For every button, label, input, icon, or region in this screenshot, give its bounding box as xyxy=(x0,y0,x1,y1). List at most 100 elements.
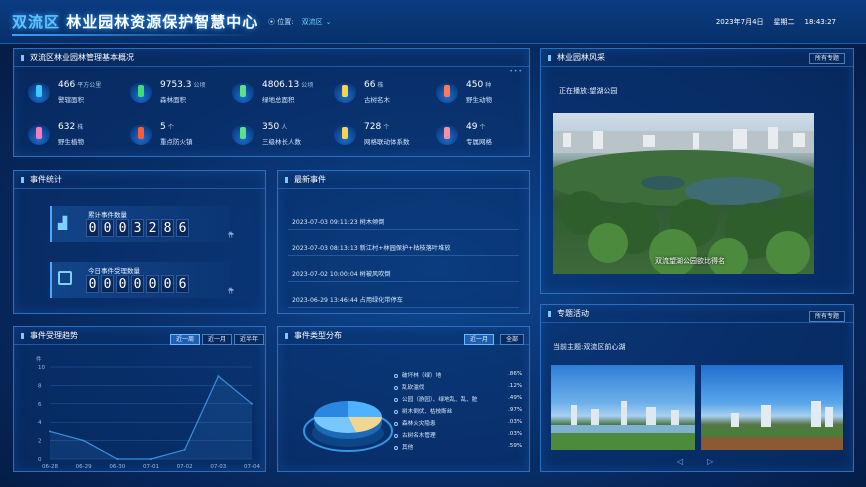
fire-icon xyxy=(130,123,152,145)
tab-type-month[interactable]: 近一月 xyxy=(464,334,495,345)
topic-subject: 当前主题:双流区前心湖 xyxy=(553,343,626,351)
legend-percent: .86% xyxy=(508,371,523,377)
digit-cell: 2 xyxy=(146,219,159,237)
legend-item: 乱砍滥伐 .12% xyxy=(394,383,522,391)
location-value[interactable]: 双流区 xyxy=(302,18,323,26)
digit-cell: 0 xyxy=(86,219,99,237)
legend-percent: .12% xyxy=(508,383,523,389)
bird-icon xyxy=(436,81,458,103)
x-tick-label: 06-30 xyxy=(109,464,125,470)
stat-value: 5个 xyxy=(160,122,174,132)
legend-name: 乱砍滥伐 xyxy=(402,385,425,391)
scenery-photo-art xyxy=(553,127,814,274)
legend-name: 古树名木管理 xyxy=(402,433,436,439)
chevron-down-icon: ⌄ xyxy=(325,18,332,26)
digit-cell: 0 xyxy=(101,275,114,293)
digit-cell: 0 xyxy=(101,219,114,237)
tab-month[interactable]: 近一月 xyxy=(202,334,233,345)
location-selector[interactable]: ⦿ 位置: 双流区 ⌄ xyxy=(268,17,331,27)
latest-events-panel: 最新事件 2023-07-03 09:11:23 树木倾倒 2023-07-03 … xyxy=(277,170,530,314)
flower-icon xyxy=(28,123,50,145)
y-tick-label: 8 xyxy=(38,383,42,389)
legend-marker-icon xyxy=(394,409,398,414)
x-tick-label: 07-01 xyxy=(143,464,159,470)
decor-dots: ••• xyxy=(509,68,523,75)
stat-label: 森林面积 xyxy=(160,96,186,104)
legend-marker-icon xyxy=(394,433,398,438)
title-underline xyxy=(12,34,258,36)
legend-percent: .59% xyxy=(508,443,523,449)
topic-photo-2[interactable] xyxy=(701,365,843,450)
event-divider xyxy=(288,307,519,308)
all-topics-button[interactable]: 所有专题 xyxy=(808,53,845,64)
event-list-item[interactable]: 2023-07-03 09:11:23 树木倾倒 xyxy=(292,217,384,226)
digit-cell: 0 xyxy=(131,275,144,293)
legend-marker-icon xyxy=(394,397,398,402)
y-axis-label: 件 xyxy=(36,355,42,363)
stat-unit: 个 xyxy=(167,124,174,131)
photo-caption: 双流望湖公园欲比得名 xyxy=(655,257,725,265)
event-list-item[interactable]: 2023-07-03 08:13:13 新江村+林园保护+枯枝落叶堆放 xyxy=(292,243,451,252)
stat-number: 5 xyxy=(160,122,166,132)
tab-type-all[interactable]: 全部 xyxy=(500,334,525,345)
legend-item: 树木倒伏、枯枝断丝 .97% xyxy=(394,407,522,415)
digit-cell: 0 xyxy=(116,275,129,293)
stat-number: 450 xyxy=(466,80,484,90)
ranger-icon xyxy=(232,123,254,145)
tab-week[interactable]: 近一周 xyxy=(170,334,201,345)
stat-item: 450 种野生动物 xyxy=(436,79,536,111)
now-playing: 正在播放:望湖公园 xyxy=(559,87,618,95)
legend-name: 其他 xyxy=(402,445,414,451)
legend-percent: .03% xyxy=(508,419,523,425)
topic-panel: 专题活动 所有专题 当前主题:双流区前心湖 ◁ ▷ xyxy=(540,304,854,472)
trend-line-chart: 件 0 2 4 6 8 10 06-28 06-29 06-30 07-01 07-02 07-03 07… xyxy=(36,355,260,470)
event-list-item[interactable]: 2023-06-29 13:46:44 占用绿化带停车 xyxy=(292,295,403,304)
forest-icon xyxy=(130,81,152,103)
digit-cell: 3 xyxy=(131,219,144,237)
stat-label: 警辖面积 xyxy=(58,96,84,104)
data-point xyxy=(150,458,152,460)
x-tick-label: 07-04 xyxy=(244,464,260,470)
location-label: 位置: xyxy=(277,18,294,26)
legend-marker-icon xyxy=(394,373,398,378)
next-arrow-icon[interactable]: ▷ xyxy=(707,457,713,466)
stat-item: 728 个网格联动体系数 xyxy=(334,121,434,153)
time-text: 18:43:27 xyxy=(804,18,836,26)
legend-item: 古树名木管理 .03% xyxy=(394,431,522,439)
today-events-box: 今日事件受理数量 0000006 件 xyxy=(50,262,234,298)
scenery-photo[interactable]: 双流望湖公园欲比得名 xyxy=(553,113,814,274)
header: 双流区 林业园林资源保护智慧中心 ⦿ 位置: 双流区 ⌄ 2023年7月4日 星期二 1… xyxy=(0,0,866,44)
stat-unit: 人 xyxy=(281,124,288,131)
data-point xyxy=(116,458,119,460)
event-divider xyxy=(288,281,519,282)
x-tick-label: 06-29 xyxy=(76,464,92,470)
today-events-label: 今日事件受理数量 xyxy=(88,267,140,275)
legend-marker-icon xyxy=(394,385,398,390)
tree-icon xyxy=(334,81,356,103)
stat-unit: 个 xyxy=(383,124,390,131)
y-tick-label: 4 xyxy=(38,420,42,426)
legend-name: 森林火灾隐患 xyxy=(402,421,436,427)
stat-number: 9753.3 xyxy=(160,80,192,90)
stat-label: 野生动物 xyxy=(466,96,492,104)
stat-item: 350 人三级林长人数 xyxy=(232,121,332,153)
overview-panel: 双流区林业园林管理基本概况 ••• 466 平方公里 警辖面积 9753.3 公顷 森林面… xyxy=(13,48,530,157)
topic-all-button[interactable]: 所有专题 xyxy=(808,311,845,322)
data-point xyxy=(49,430,51,433)
data-point xyxy=(251,402,253,405)
stat-label: 网格联动体系数 xyxy=(364,138,410,146)
trend-panel: 事件受理趋势 近一周 近一月 近半年 件 0 2 4 6 8 10 06-28 06-29 06-… xyxy=(13,326,266,472)
tab-half-year[interactable]: 近半年 xyxy=(234,334,265,345)
stat-number: 66 xyxy=(364,80,376,90)
topic-photo-1[interactable] xyxy=(551,365,695,450)
stat-unit: 平方公里 xyxy=(77,82,102,89)
prev-arrow-icon[interactable]: ◁ xyxy=(677,457,683,466)
stat-value: 49 个 xyxy=(466,122,485,132)
digit-cell: 0 xyxy=(161,275,174,293)
stat-number: 4806.13 xyxy=(262,80,300,90)
x-tick-label: 07-02 xyxy=(177,464,193,470)
event-list-item[interactable]: 2023-07-02 10:00:04 树被风吹倒 xyxy=(292,269,391,278)
stat-number: 632 xyxy=(58,122,76,132)
stat-value: 350 人 xyxy=(262,122,287,132)
pie-3d-chart xyxy=(303,401,393,452)
